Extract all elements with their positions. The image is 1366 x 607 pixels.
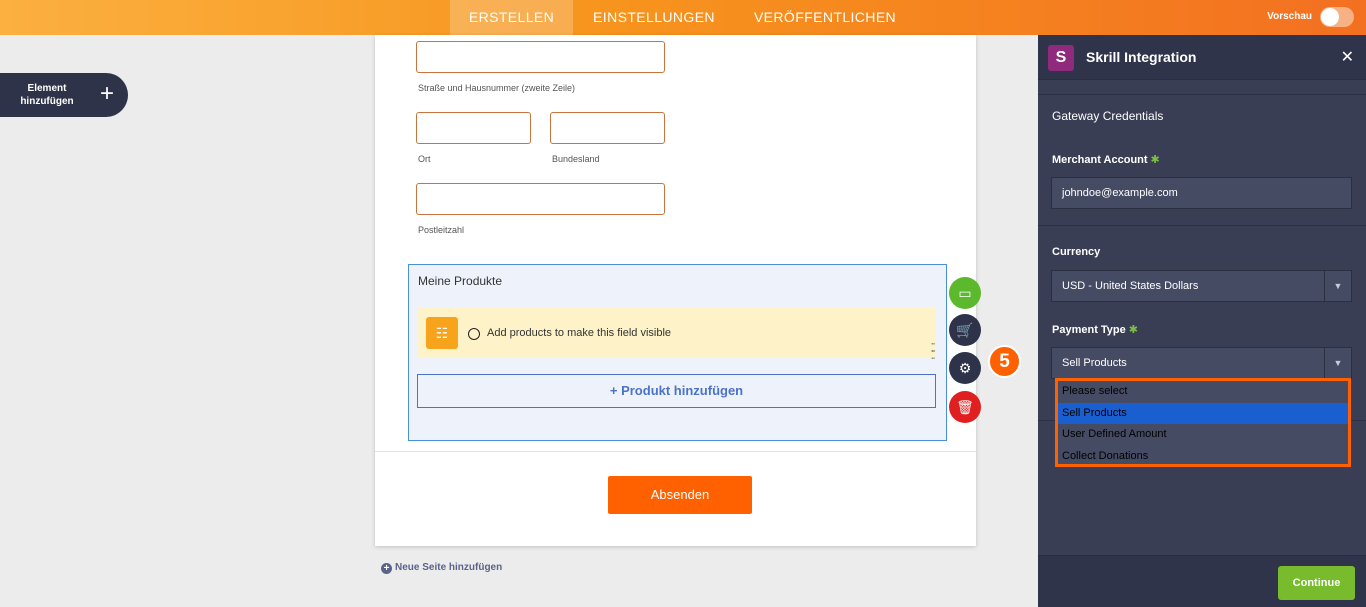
tab-einstellungen[interactable]: EINSTELLUNGEN [580,0,728,35]
state-input[interactable] [550,112,665,144]
divider [1038,94,1366,95]
option-sell-products[interactable]: Sell Products [1058,402,1348,424]
products-field[interactable]: Meine Produkte ☷ Add products to make th… [408,264,947,441]
payment-card-icon[interactable]: ▭ [949,277,981,309]
tab-erstellen[interactable]: ERSTELLEN [450,0,573,35]
payment-type-value: Sell Products [1062,357,1127,369]
city-input[interactable] [416,112,531,144]
chevron-down-icon: ▼ [1324,348,1351,378]
divider [1038,225,1366,226]
add-element-button[interactable]: Element hinzufügen + [0,73,128,117]
payment-type-dropdown[interactable]: Please select Sell Products User Defined… [1055,378,1351,467]
gear-icon[interactable]: ⚙ [949,352,981,384]
drag-handle-icon[interactable]: ⁚⁚ ⁚⁚ [930,342,935,361]
add-product-button[interactable]: + Produkt hinzufügen [417,374,936,408]
currency-select[interactable]: USD - United States Dollars ▼ [1051,270,1352,302]
plus-icon: + [100,80,115,107]
add-element-label: Element hinzufügen [20,83,74,107]
integration-panel: S Skrill Integration ✕ Gateway Credentia… [1038,35,1366,607]
merchant-account-input[interactable]: johndoe@example.com [1051,177,1352,209]
submit-button[interactable]: Absenden [608,476,752,514]
divider [375,451,976,452]
option-user-defined-amount[interactable]: User Defined Amount [1058,424,1348,446]
merchant-account-label: Merchant Account ✱ [1052,154,1160,166]
products-notice-text: Add products to make this field visible [487,327,672,339]
state-sublabel: Bundesland [552,154,600,164]
required-icon: ✱ [1128,324,1138,336]
step-badge: 5 [988,345,1021,378]
street-line2-input[interactable] [416,41,665,73]
option-please-select[interactable]: Please select [1058,381,1348,403]
payment-type-select[interactable]: Sell Products ▼ [1051,347,1352,379]
new-page-label: Neue Seite hinzufügen [395,562,503,573]
close-icon[interactable]: ✕ [1341,47,1354,67]
panel-footer: Continue [1038,555,1366,607]
panel-title: Skrill Integration [1086,49,1197,65]
zip-sublabel: Postleitzahl [418,225,465,235]
products-notice: ☷ Add products to make this field visibl… [417,308,936,361]
payment-type-label: Payment Type ✱ [1052,324,1138,336]
continue-button[interactable]: Continue [1278,566,1355,600]
plus-circle-icon: + [381,563,392,574]
option-collect-donations[interactable]: Collect Donations [1058,446,1348,468]
checklist-icon: ☷ [426,317,458,349]
preview-toggle[interactable] [1320,7,1354,27]
preview-label: Vorschau [1267,11,1312,22]
required-icon: ✱ [1150,154,1160,166]
currency-value: USD - United States Dollars [1062,280,1199,292]
section-title: Gateway Credentials [1052,109,1164,123]
toggle-knob [1321,8,1339,26]
trash-icon[interactable]: 🗑 [949,391,981,423]
top-bar: ERSTELLEN EINSTELLUNGEN VERÖFFENTLICHEN … [0,0,1366,35]
tab-veroeffentlichen[interactable]: VERÖFFENTLICHEN [735,0,915,35]
chevron-down-icon: ▼ [1324,271,1351,301]
panel-header: S Skrill Integration ✕ [1038,35,1366,80]
cart-icon[interactable]: 🛒 [949,314,981,346]
radio-icon [468,328,480,340]
products-title: Meine Produkte [418,274,503,288]
new-page-link[interactable]: + Neue Seite hinzufügen [381,562,502,574]
zip-input[interactable] [416,183,665,215]
skrill-logo-icon: S [1048,45,1074,71]
city-sublabel: Ort [418,154,431,164]
street-line2-sublabel: Straße und Hausnummer (zweite Zeile) [418,83,576,93]
form-canvas: Straße und Hausnummer (zweite Zeile) Ort… [375,35,981,546]
currency-label: Currency [1052,246,1101,258]
